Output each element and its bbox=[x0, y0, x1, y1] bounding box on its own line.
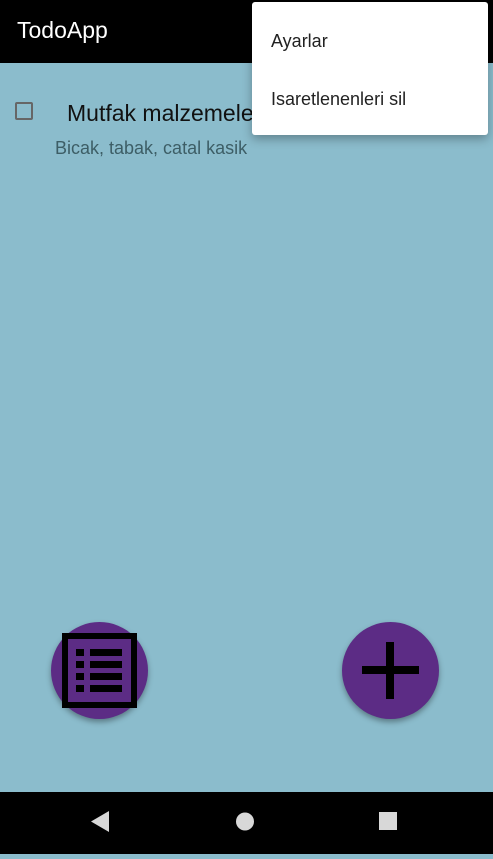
add-todo-button[interactable] bbox=[342, 622, 439, 719]
plus-icon bbox=[362, 642, 419, 699]
menu-item-label: Isaretlenenleri sil bbox=[271, 89, 407, 109]
list-icon bbox=[62, 633, 137, 708]
system-nav-bar bbox=[0, 792, 493, 854]
todo-description: Bicak, tabak, catal kasik bbox=[55, 138, 248, 158]
list-view-button[interactable] bbox=[51, 622, 148, 719]
todo-title: Mutfak malzemeleri bbox=[67, 100, 267, 126]
menu-item-delete-checked[interactable]: Isaretlenenleri sil bbox=[252, 70, 488, 128]
back-triangle-icon bbox=[91, 811, 109, 832]
menu-item-settings[interactable]: Ayarlar bbox=[252, 12, 488, 70]
recents-square-icon bbox=[379, 812, 397, 830]
home-circle-icon bbox=[236, 812, 254, 831]
nav-home-button[interactable] bbox=[215, 792, 275, 854]
nav-recents-button[interactable] bbox=[358, 792, 418, 854]
app-title: TodoApp bbox=[17, 17, 108, 43]
overflow-menu: Ayarlar Isaretlenenleri sil bbox=[252, 2, 488, 135]
todo-checkbox[interactable] bbox=[15, 102, 33, 120]
nav-back-button[interactable] bbox=[70, 792, 130, 854]
menu-item-label: Ayarlar bbox=[271, 31, 328, 51]
